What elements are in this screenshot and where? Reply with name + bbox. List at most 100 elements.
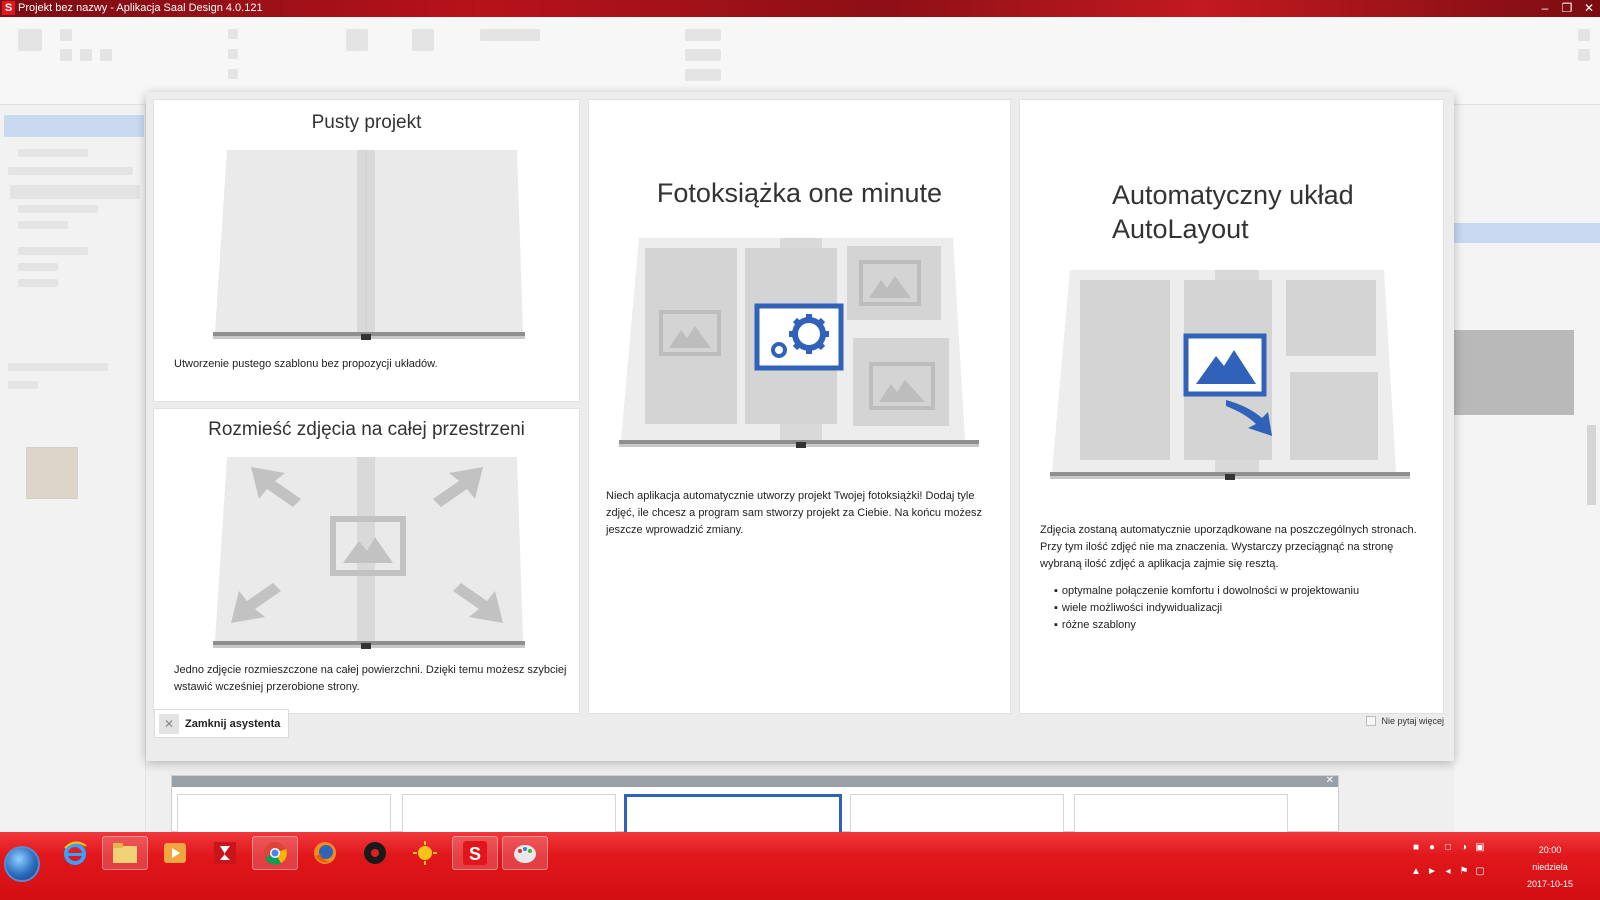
- filmstrip-page[interactable]: [177, 794, 391, 833]
- window-title: Projekt bez nazwy - Aplikacja Saal Desig…: [18, 2, 263, 14]
- image-placeholder-icon: [1183, 333, 1267, 397]
- minimize-button[interactable]: –: [1534, 0, 1556, 17]
- obs-icon[interactable]: [352, 836, 398, 870]
- right-panel-preview: [1454, 330, 1574, 415]
- page-filmstrip: ✕: [171, 775, 1339, 833]
- close-assistant-label: Zamknij asystenta: [185, 717, 281, 730]
- saal-design-icon[interactable]: S: [452, 836, 498, 870]
- option-description: Jedno zdjęcie rozmieszczone na całej pow…: [174, 664, 567, 693]
- media-player-icon[interactable]: [152, 836, 198, 870]
- firefox-icon[interactable]: [302, 836, 348, 870]
- tray-icon[interactable]: ▣: [1474, 842, 1486, 854]
- volume-icon[interactable]: ►: [1426, 866, 1438, 878]
- filmstrip-page[interactable]: [850, 794, 1064, 833]
- ribbon-field: [685, 29, 721, 41]
- close-icon: ✕: [159, 713, 179, 734]
- window-title-bar: S Projekt bez nazwy - Aplikacja Saal Des…: [0, 0, 1600, 17]
- ribbon-icon: [228, 49, 238, 59]
- option-empty-project[interactable]: Pusty projekt Utworzenie pustego szablon…: [153, 99, 580, 402]
- left-panel: [0, 105, 146, 832]
- project-wizard-dialog: Pusty projekt Utworzenie pustego szablon…: [146, 92, 1454, 761]
- filmstrip-page-selected[interactable]: [624, 794, 842, 833]
- tray-icon[interactable]: ▲: [1410, 866, 1422, 878]
- ribbon-icon: [60, 29, 72, 41]
- dont-ask-again-checkbox[interactable]: [1366, 716, 1377, 726]
- option-fill-page[interactable]: Rozmieść zdjęcia na całej przestrzeni Je…: [153, 408, 580, 714]
- ribbon-icon: [100, 49, 112, 61]
- photo-thumbnail: [26, 447, 78, 499]
- left-panel-line: [8, 381, 38, 389]
- ribbon-icon: [60, 49, 72, 61]
- ribbon-field: [685, 69, 721, 81]
- ribbon-icon: [228, 29, 238, 39]
- left-panel-line: [18, 205, 98, 213]
- tray-icon[interactable]: □: [1442, 842, 1454, 854]
- system-tray: ■ ● □ ◑ ▣ ▲ ► ◂ ⚑ ▢: [1410, 842, 1500, 892]
- paint-icon[interactable]: [502, 836, 548, 870]
- ribbon-icon: [80, 49, 92, 61]
- left-panel-line: [8, 363, 108, 371]
- autolayout-book-illustration: [1050, 270, 1410, 480]
- filmstrip-header: ✕: [172, 775, 1338, 787]
- start-button[interactable]: [4, 846, 40, 882]
- clock-date: 2017-10-15: [1526, 879, 1574, 889]
- system-clock[interactable]: 20:00 niedziela 2017-10-15: [1500, 842, 1600, 893]
- ribbon-icon: [18, 29, 42, 51]
- action-center-flag-icon[interactable]: ⚑: [1458, 866, 1470, 878]
- option-description: Niech aplikacja automatycznie utworzy pr…: [606, 490, 982, 536]
- file-explorer-icon[interactable]: [102, 836, 148, 870]
- option-title: Fotoksiążka one minute: [656, 178, 943, 208]
- filmstrip-close-icon[interactable]: ✕: [1326, 775, 1334, 786]
- option-description: Zdjęcia zostaną automatycznie uporządkow…: [1040, 524, 1417, 570]
- steam-icon[interactable]: ●: [1426, 842, 1438, 854]
- maximize-button[interactable]: ❐: [1556, 0, 1578, 17]
- filmstrip-page[interactable]: [402, 794, 616, 833]
- filmstrip-page[interactable]: [1074, 794, 1288, 833]
- option-description: Utworzenie pustego szablonu bez propozyc…: [174, 358, 438, 370]
- right-panel-scrollbar: [1587, 425, 1596, 505]
- clock-time: 20:00: [1538, 845, 1562, 855]
- option-title: Pusty projekt: [311, 112, 422, 133]
- internet-explorer-icon[interactable]: [52, 836, 98, 870]
- option-autolayout[interactable]: Automatyczny układ AutoLayout Zdjęcia zo…: [1019, 99, 1444, 714]
- network-icon[interactable]: ◂: [1442, 866, 1454, 878]
- ribbon-icon: [1578, 29, 1590, 41]
- left-panel-line: [18, 221, 68, 229]
- close-window-button[interactable]: ✕: [1578, 0, 1600, 17]
- close-assistant-button[interactable]: ✕ Zamknij asystenta: [154, 709, 290, 738]
- ribbon-icon: [412, 29, 434, 51]
- empty-book-illustration: [213, 150, 525, 340]
- feature-item: optymalne połączenie komfortu i dowolnoś…: [1054, 583, 1434, 600]
- left-panel-line: [18, 149, 88, 157]
- ribbon-icon: [346, 29, 368, 51]
- right-panel: [1454, 105, 1600, 832]
- ribbon-field: [685, 49, 721, 61]
- svg-text:S: S: [469, 844, 481, 864]
- ribbon-field: [480, 29, 540, 41]
- left-panel-line: [18, 263, 58, 271]
- right-panel-highlight: [1454, 223, 1600, 243]
- left-panel-line: [8, 167, 133, 175]
- tray-icon[interactable]: ◑: [1458, 842, 1470, 854]
- app-logo-icon: S: [2, 1, 15, 15]
- display-icon[interactable]: ▢: [1474, 866, 1486, 878]
- tray-icon[interactable]: ■: [1410, 842, 1422, 854]
- ribbon-icon: [1578, 49, 1590, 61]
- zynga-icon[interactable]: [202, 836, 248, 870]
- left-panel-line: [18, 279, 58, 287]
- option-title: Rozmieść zdjęcia na całej przestrzeni: [208, 419, 525, 440]
- window-controls: – ❐ ✕: [1534, 0, 1600, 17]
- windows-taskbar: S ■ ● □ ◑ ▣ ▲ ► ◂ ⚑ ▢ 20:00 niedziela 20…: [0, 832, 1600, 900]
- settings-gear-icon: [754, 303, 844, 371]
- ribbon-icon: [228, 69, 238, 79]
- chrome-icon[interactable]: [252, 836, 298, 870]
- left-panel-line: [18, 247, 88, 255]
- option-one-minute-photobook[interactable]: Fotoksiążka one minute Niech aplikacja a…: [588, 99, 1011, 714]
- dont-ask-again-option[interactable]: Nie pytaj więcej: [1366, 716, 1444, 726]
- feature-item: różne szablony: [1054, 617, 1434, 634]
- sun-app-icon[interactable]: [402, 836, 448, 870]
- clock-day: niedziela: [1532, 862, 1568, 872]
- left-panel-line: [10, 185, 140, 199]
- feature-item: wiele możliwości indywidualizacji: [1054, 600, 1434, 617]
- fill-book-illustration: [213, 457, 525, 649]
